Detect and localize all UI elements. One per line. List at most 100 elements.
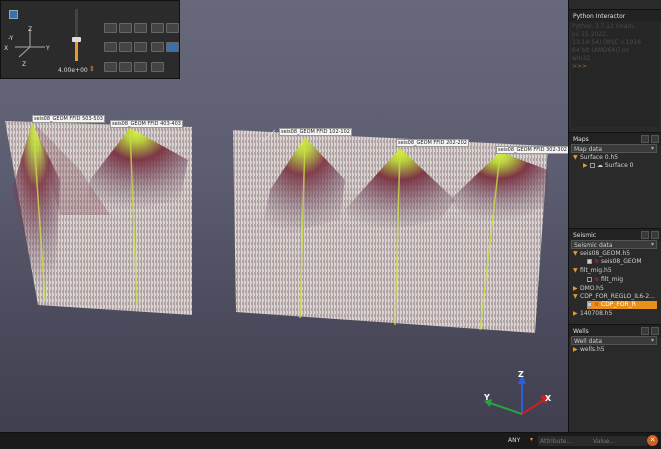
status-bar: ANY ▾ ✕ [0, 432, 661, 449]
tree-item[interactable]: ▼ Surface 0.h5 [573, 154, 618, 162]
seismic-label: seis08_GEOM FFID 102-102 [279, 128, 352, 136]
tree-item-selected[interactable]: ≋ CDP_FOR_R [587, 301, 657, 309]
tree-item-label: Surface 0.h5 [580, 154, 619, 161]
grid-icon[interactable] [104, 62, 117, 72]
triad-y-label: Y [484, 393, 490, 402]
seismic-label: seis08_GEOM FFID 403-403 [110, 120, 183, 128]
expand-arrow-icon[interactable]: ▼ [573, 250, 580, 257]
seismic-icon: ≋ [594, 258, 600, 265]
tree-item[interactable]: ▶ ☁ Surface 0 [583, 162, 634, 170]
tree-item-label: Surface 0 [604, 162, 634, 169]
expand-arrow-icon[interactable]: ▶ [573, 346, 580, 353]
dropdown-icon[interactable] [151, 62, 164, 72]
wells-settings-icon[interactable] [641, 327, 649, 335]
pan-icon[interactable] [119, 42, 132, 52]
visibility-checkbox[interactable] [587, 259, 592, 264]
seismic-icon: ≋ [594, 301, 600, 308]
python-line: Jul 15 2022, [572, 31, 608, 38]
seismic-settings-icon[interactable] [641, 231, 649, 239]
camera-value[interactable]: 4.00e+00 [58, 67, 88, 74]
seismic-label: seis08_GEOM FFID 202-202 [396, 139, 469, 147]
python-panel-title: Python Interactor [573, 13, 626, 20]
light-bulb-icon[interactable] [134, 62, 147, 72]
python-line: 64 bit (AMD64)] on [572, 47, 630, 54]
camera-toolbar: -Y Z X Y Z 4.00e+00 ⇕ [0, 0, 180, 79]
close-icon: ✕ [649, 436, 656, 444]
tree-item-label: filt_mig [600, 276, 624, 283]
filter-select[interactable]: ANY [508, 437, 520, 444]
tree-item[interactable]: ▶ 140708.h5 [573, 310, 612, 318]
axis-label-y: Y [46, 45, 50, 52]
settings-icon[interactable] [151, 42, 164, 52]
seismic-panel-title: Seismic [573, 232, 597, 239]
tree-item[interactable]: ▼ CDP_FOR_REGLO_IL6-2... [573, 293, 655, 301]
chevron-down-icon: ▾ [650, 337, 654, 344]
expand-arrow-icon[interactable]: ▼ [573, 154, 580, 161]
screen-icon[interactable] [166, 23, 179, 33]
maps-close-icon[interactable] [651, 135, 659, 143]
tree-item-label: CDP_FOR_R [600, 301, 636, 308]
tree-item[interactable]: ▶ DMO.h5 [573, 285, 604, 293]
axis-label-y-neg: -Y [8, 35, 14, 42]
light-icon[interactable] [166, 42, 179, 52]
clear-filter-button[interactable]: ✕ [647, 435, 658, 446]
surface-icon: ☁ [597, 162, 603, 169]
visibility-checkbox[interactable] [587, 277, 592, 282]
tree-item[interactable]: ▶ wells.h5 [573, 346, 605, 354]
tree-item-label: wells.h5 [580, 346, 605, 353]
stepper-icon[interactable]: ⇕ [89, 65, 95, 73]
axis-label-z: Z [28, 26, 33, 33]
wells-close-icon[interactable] [651, 327, 659, 335]
chevron-down-icon[interactable]: ▾ [530, 436, 533, 443]
seismic-label: seis08_GEOM FFID 302-302 [496, 146, 568, 154]
expand-arrow-icon[interactable]: ▶ [573, 310, 580, 317]
chevron-down-icon: ▾ [650, 145, 654, 152]
seismic-filter[interactable]: Seismic data ▾ [571, 240, 657, 249]
expand-arrow-icon[interactable]: ▶ [573, 285, 580, 292]
value-input[interactable] [591, 436, 647, 446]
expand-arrow-icon[interactable]: ▶ [583, 162, 590, 169]
visibility-checkbox[interactable] [590, 163, 595, 168]
3d-viewport[interactable]: seis08_GEOM FFID 503-503 seis08_GEOM FFI… [0, 0, 568, 432]
zoom-slider-handle[interactable] [72, 37, 81, 42]
seismic-panel-right[interactable] [233, 130, 548, 333]
zoom-slider[interactable] [72, 9, 81, 61]
document-icon[interactable] [134, 23, 147, 33]
wells-filter[interactable]: Well data ▾ [571, 336, 657, 345]
axis-label-x: X [4, 45, 9, 52]
measure-icon[interactable] [119, 62, 132, 72]
triad-z-label: Z [518, 370, 524, 379]
tree-item-label: filt_mig.h5 [580, 267, 612, 274]
tree-item-label: DMO.h5 [580, 285, 604, 292]
seismic-panel-left[interactable] [5, 121, 192, 315]
python-line: >>> [572, 63, 588, 70]
maps-settings-icon[interactable] [641, 135, 649, 143]
maps-filter[interactable]: Map data ▾ [571, 144, 657, 153]
view-icon[interactable] [9, 10, 18, 19]
triad-x-label: X [545, 394, 552, 403]
chevron-down-icon: ▾ [650, 241, 654, 248]
tree-item-label: CDP_FOR_REGLO_IL6-2... [580, 293, 655, 300]
tree-item[interactable]: ≋ filt_mig [587, 276, 623, 284]
pick-icon[interactable] [134, 42, 147, 52]
expand-arrow-icon[interactable]: ▼ [573, 293, 580, 300]
tree-item[interactable]: ▼ seis08_GEOM.h5 [573, 250, 630, 258]
axis-gizmo[interactable] [5, 9, 65, 79]
tree-item[interactable]: ▼ filt_mig.h5 [573, 267, 612, 275]
seismic-close-icon[interactable] [651, 231, 659, 239]
tree-item-label: seis08_GEOM [600, 258, 642, 265]
python-console[interactable]: Python 3.7.12 (main, Jul 15 2022, 13:14:… [571, 21, 659, 127]
tree-item-label: 140708.h5 [580, 310, 613, 317]
maps-filter-label: Map data [574, 146, 603, 153]
tree-item-label: seis08_GEOM.h5 [580, 250, 631, 257]
python-line: win32 [572, 55, 591, 62]
tree-item[interactable]: ≋ seis08_GEOM [587, 258, 642, 266]
zoom-tool-icon[interactable] [119, 23, 132, 33]
rotate-icon[interactable] [104, 42, 117, 52]
record-icon[interactable] [151, 23, 164, 33]
seismic-label: seis08_GEOM FFID 503-503 [32, 115, 105, 123]
expand-arrow-icon[interactable]: ▼ [573, 267, 580, 274]
attribute-input[interactable] [538, 436, 592, 446]
camera-icon[interactable] [104, 23, 117, 33]
visibility-checkbox[interactable] [587, 302, 592, 307]
